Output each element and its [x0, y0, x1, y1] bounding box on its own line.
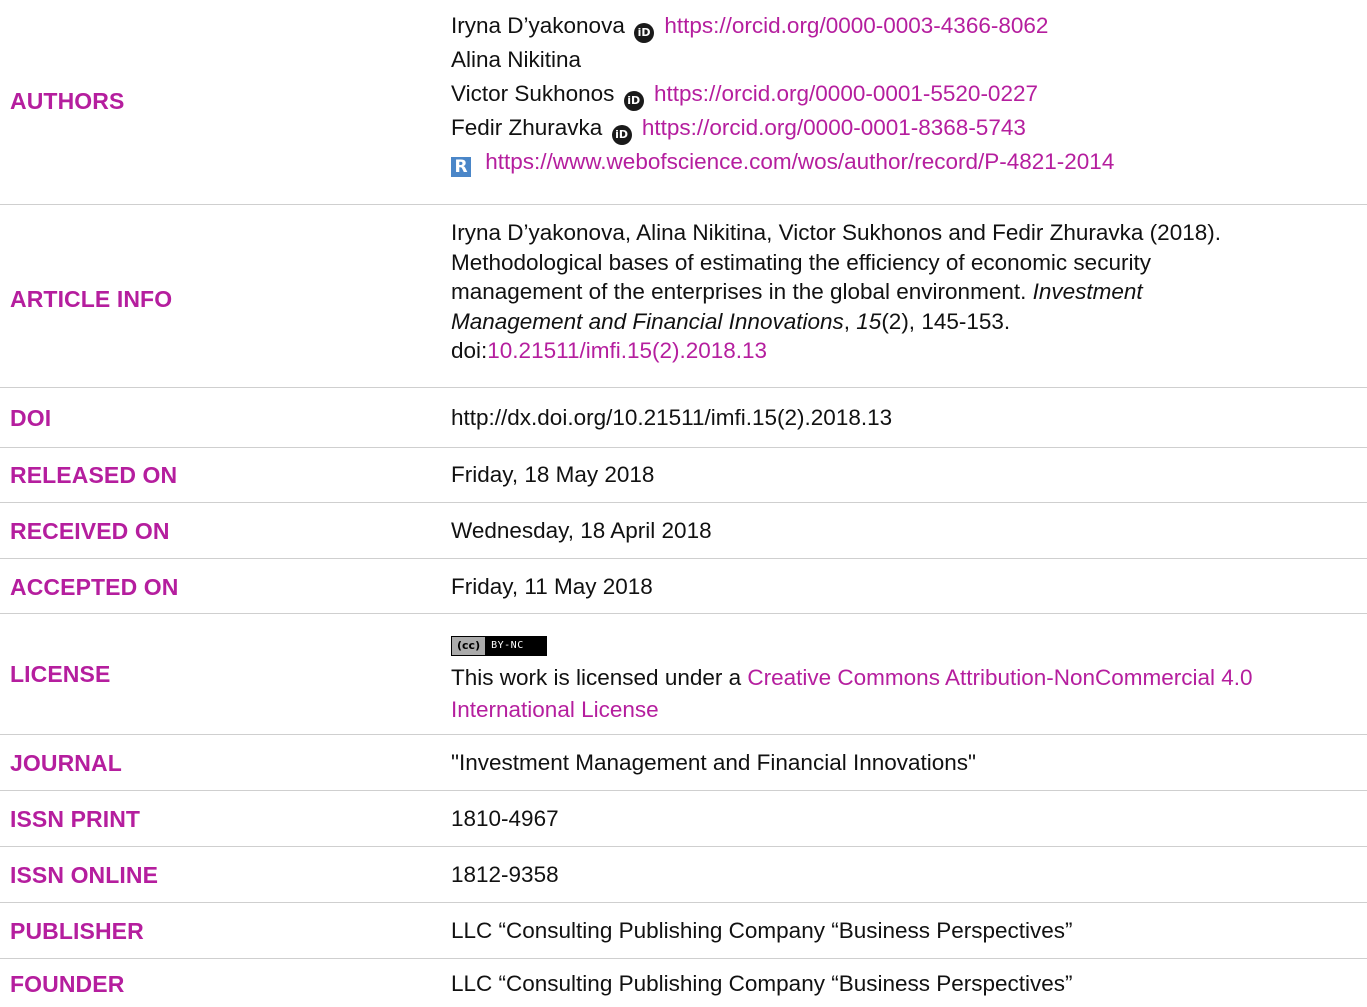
row-accepted: ACCEPTED ON Friday, 11 May 2018 [0, 559, 1367, 614]
cc-logo-icon: (cc) [452, 637, 486, 655]
author-line: Fedir Zhuravka iD https://orcid.org/0000… [451, 111, 1363, 145]
citation-line: Management and Financial Innovations, 15… [451, 307, 1363, 337]
researcherid-icon: R [451, 157, 471, 177]
founder-label: FOUNDER [10, 971, 125, 997]
authors-value: Iryna D’yakonova iD https://orcid.org/00… [451, 9, 1363, 179]
row-received: RECEIVED ON Wednesday, 18 April 2018 [0, 503, 1367, 559]
accepted-label: ACCEPTED ON [10, 574, 179, 600]
license-link-continued[interactable]: International License [451, 697, 659, 722]
released-label: RELEASED ON [10, 462, 178, 488]
author-name: Alina Nikitina [451, 47, 582, 72]
authors-label: AUTHORS [10, 88, 125, 114]
founder-value: LLC “Consulting Publishing Company “Busi… [451, 971, 1073, 996]
released-value: Friday, 18 May 2018 [451, 462, 655, 487]
issn-print-label: ISSN PRINT [10, 806, 141, 832]
row-journal: JOURNAL "Investment Management and Finan… [0, 735, 1367, 791]
row-publisher: PUBLISHER LLC “Consulting Publishing Com… [0, 903, 1367, 959]
author-name: Iryna D’yakonova [451, 13, 625, 38]
row-issn-online: ISSN ONLINE 1812-9358 [0, 847, 1367, 903]
license-value: (cc) BY-NC This work is licensed under a… [451, 626, 1363, 726]
journal-value: "Investment Management and Financial Inn… [451, 750, 977, 775]
citation-text: management of the enterprises in the glo… [451, 279, 1033, 304]
citation-doi-prefix: doi: [451, 338, 488, 363]
issn-print-value: 1810-4967 [451, 806, 559, 831]
row-authors: AUTHORS Iryna D’yakonova iD https://orci… [0, 0, 1367, 205]
orcid-icon: iD [634, 23, 655, 43]
orcid-icon: iD [611, 125, 632, 145]
publisher-value: LLC “Consulting Publishing Company “Busi… [451, 918, 1073, 943]
author-name: Fedir Zhuravka [451, 115, 603, 140]
license-label: LICENSE [10, 661, 111, 687]
cc-by-nc-label: BY-NC [485, 637, 546, 655]
row-founder: FOUNDER LLC “Consulting Publishing Compa… [0, 959, 1367, 1007]
citation-volume: 15 [856, 308, 882, 334]
license-text: This work is licensed under a [451, 665, 748, 690]
author-line: Iryna D’yakonova iD https://orcid.org/00… [451, 9, 1363, 43]
publisher-label: PUBLISHER [10, 918, 144, 944]
issn-online-value: 1812-9358 [451, 862, 559, 887]
accepted-value: Friday, 11 May 2018 [451, 574, 653, 599]
orcid-link[interactable]: https://orcid.org/0000-0003-4366-8062 [664, 13, 1048, 38]
article-info-value: Iryna D’yakonova, Alina Nikitina, Victor… [451, 218, 1363, 366]
issn-online-label: ISSN ONLINE [10, 862, 159, 888]
citation-text: , [843, 308, 857, 334]
journal-label: JOURNAL [10, 750, 122, 776]
citation-line: management of the enterprises in the glo… [451, 277, 1363, 307]
citation-doi-link[interactable]: 10.21511/imfi.15(2).2018.13 [487, 338, 767, 363]
citation-line: Iryna D’yakonova, Alina Nikitina, Victor… [451, 220, 1221, 245]
orcid-link[interactable]: https://orcid.org/0000-0001-5520-0227 [654, 81, 1038, 106]
row-released: RELEASED ON Friday, 18 May 2018 [0, 448, 1367, 503]
received-label: RECEIVED ON [10, 518, 170, 544]
license-line: This work is licensed under a Creative C… [451, 662, 1363, 694]
row-license: LICENSE (cc) BY-NC This work is licensed… [0, 614, 1367, 735]
author-line: Alina Nikitina [451, 43, 1363, 77]
cc-license-badge[interactable]: (cc) BY-NC [451, 636, 547, 656]
citation-pages: (2), 145-153. [881, 308, 1011, 334]
author-line: R https://www.webofscience.com/wos/autho… [451, 145, 1363, 179]
row-doi: DOI http://dx.doi.org/10.21511/imfi.15(2… [0, 388, 1367, 448]
citation-line: doi:10.21511/imfi.15(2).2018.13 [451, 336, 1363, 366]
license-line: International License [451, 694, 1363, 726]
row-article-info: ARTICLE INFO Iryna D’yakonova, Alina Nik… [0, 205, 1367, 388]
citation-journal: Investment [1032, 279, 1143, 304]
author-line: Victor Sukhonos iD https://orcid.org/000… [451, 77, 1363, 111]
author-name: Victor Sukhonos [451, 81, 615, 106]
row-issn-print: ISSN PRINT 1810-4967 [0, 791, 1367, 847]
received-value: Wednesday, 18 April 2018 [451, 518, 712, 543]
researcherid-link[interactable]: https://www.webofscience.com/wos/author/… [485, 149, 1114, 174]
orcid-icon: iD [623, 91, 644, 111]
orcid-link[interactable]: https://orcid.org/0000-0001-8368-5743 [642, 115, 1026, 140]
citation-line: Methodological bases of estimating the e… [451, 249, 1151, 275]
license-link[interactable]: Creative Commons Attribution-NonCommerci… [747, 665, 1252, 690]
article-info-label: ARTICLE INFO [10, 286, 173, 312]
doi-label: DOI [10, 405, 52, 431]
article-metadata-table: AUTHORS Iryna D’yakonova iD https://orci… [0, 0, 1367, 1007]
citation-journal: Management and Financial Innovations [451, 308, 844, 334]
doi-value: http://dx.doi.org/10.21511/imfi.15(2).20… [451, 405, 893, 430]
